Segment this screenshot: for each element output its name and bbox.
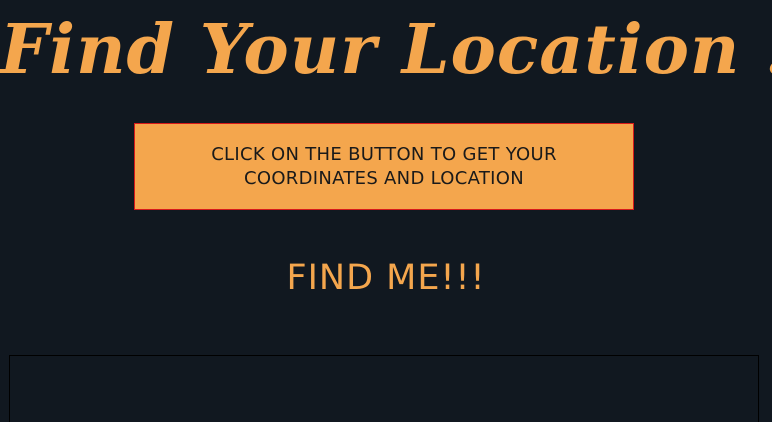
find-me-button[interactable]: FIND ME!!!	[236, 254, 536, 302]
location-output-panel	[9, 355, 759, 422]
instruction-text: CLICK ON THE BUTTON TO GET YOUR COORDINA…	[211, 143, 557, 189]
instruction-banner: CLICK ON THE BUTTON TO GET YOUR COORDINA…	[134, 123, 634, 210]
page: Find Your Location ! CLICK ON THE BUTTON…	[0, 0, 772, 422]
page-title: Find Your Location !	[0, 10, 772, 90]
